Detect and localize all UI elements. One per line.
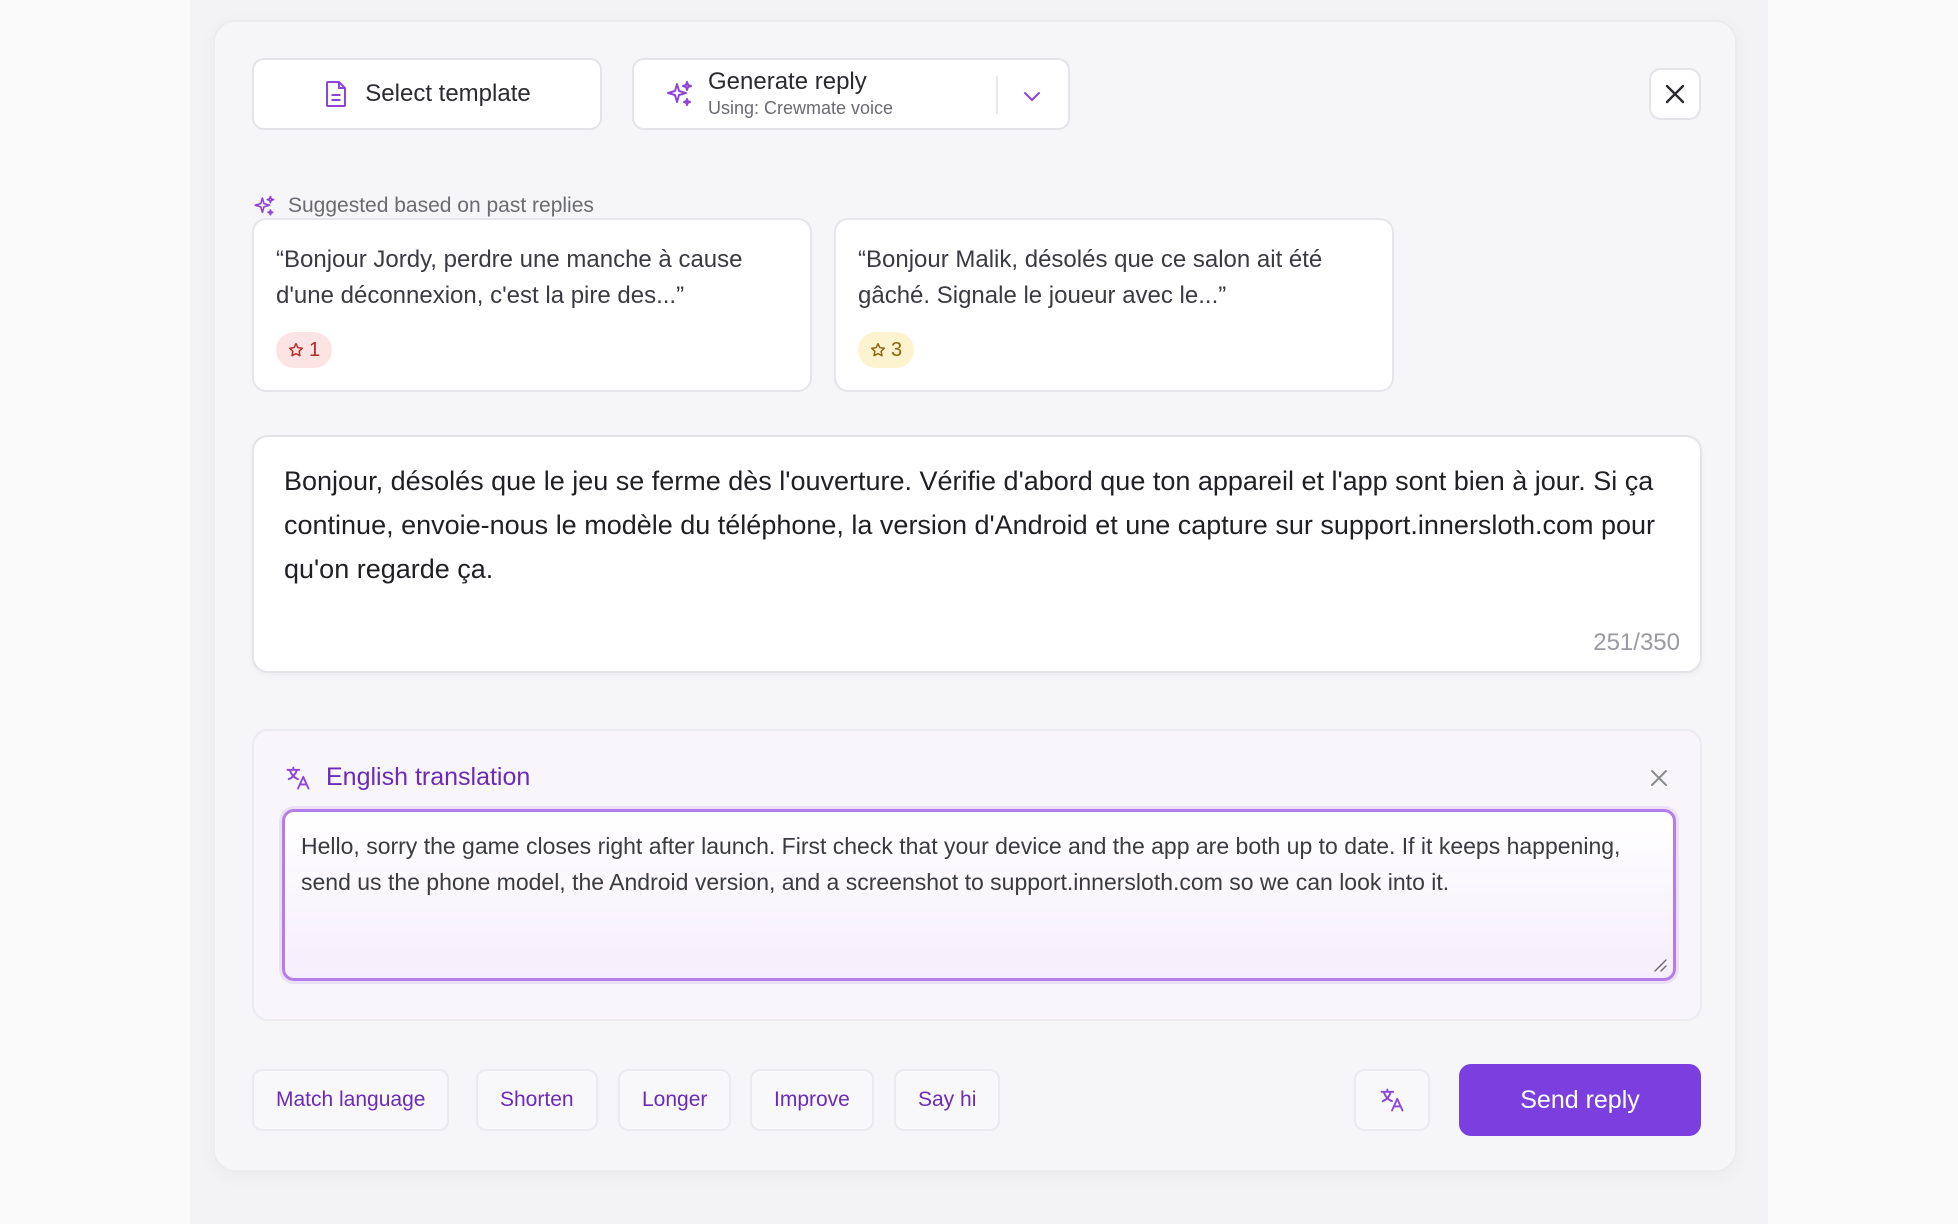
rating-badge: 3 <box>858 332 915 368</box>
reply-composer-panel: Select template Generate reply Using: Cr… <box>213 20 1737 1172</box>
suggestion-card[interactable]: “Bonjour Malik, désolés que ce salon ait… <box>834 218 1394 392</box>
rating-badge: 1 <box>276 332 333 368</box>
translation-title: English translation <box>326 763 531 791</box>
sparkles-icon <box>252 194 276 218</box>
generate-reply-button[interactable]: Generate reply Using: Crewmate voice <box>632 58 1070 130</box>
close-button[interactable] <box>1649 68 1701 120</box>
document-icon <box>323 80 349 108</box>
chevron-down-icon[interactable] <box>1020 84 1044 108</box>
improve-button[interactable]: Improve <box>750 1069 874 1131</box>
say-hi-button[interactable]: Say hi <box>894 1069 1001 1131</box>
star-icon <box>288 342 304 358</box>
rating-value: 3 <box>891 338 903 361</box>
longer-button[interactable]: Longer <box>618 1069 732 1131</box>
suggestions-label: Suggested based on past replies <box>288 194 594 217</box>
translate-button[interactable] <box>1354 1069 1430 1131</box>
character-count: 251/350 <box>1593 629 1680 656</box>
select-template-button[interactable]: Select template <box>252 58 602 130</box>
generate-reply-label: Generate reply <box>708 68 867 95</box>
select-template-label: Select template <box>365 80 531 107</box>
translation-header: English translation <box>284 763 530 792</box>
translation-text[interactable]: Hello, sorry the game closes right after… <box>301 828 1661 900</box>
close-icon <box>1664 83 1686 105</box>
voice-subtitle: Using: Crewmate voice <box>708 98 894 118</box>
sparkles-icon <box>664 79 694 109</box>
translation-panel: English translation Hello, sorry the gam… <box>252 729 1702 1021</box>
close-icon[interactable] <box>1648 767 1670 789</box>
reply-textarea[interactable]: Bonjour, désolés que le jeu se ferme dès… <box>252 435 1702 673</box>
send-reply-button[interactable]: Send reply <box>1459 1064 1701 1136</box>
shorten-button[interactable]: Shorten <box>476 1069 598 1131</box>
reply-text[interactable]: Bonjour, désolés que le jeu se ferme dès… <box>284 459 1674 591</box>
rating-value: 1 <box>309 338 321 361</box>
translate-icon <box>1378 1086 1406 1114</box>
translation-textarea[interactable]: Hello, sorry the game closes right after… <box>282 809 1676 981</box>
suggestion-text: “Bonjour Jordy, perdre une manche à caus… <box>276 246 743 309</box>
button-divider <box>996 76 998 114</box>
resize-grip-icon[interactable] <box>1653 958 1667 972</box>
star-icon <box>870 342 886 358</box>
translate-icon <box>284 764 312 792</box>
suggestions-heading: Suggested based on past replies <box>252 194 594 218</box>
suggestion-card[interactable]: “Bonjour Jordy, perdre une manche à caus… <box>252 218 812 392</box>
match-language-button[interactable]: Match language <box>252 1069 450 1131</box>
suggestion-text: “Bonjour Malik, désolés que ce salon ait… <box>858 246 1323 309</box>
